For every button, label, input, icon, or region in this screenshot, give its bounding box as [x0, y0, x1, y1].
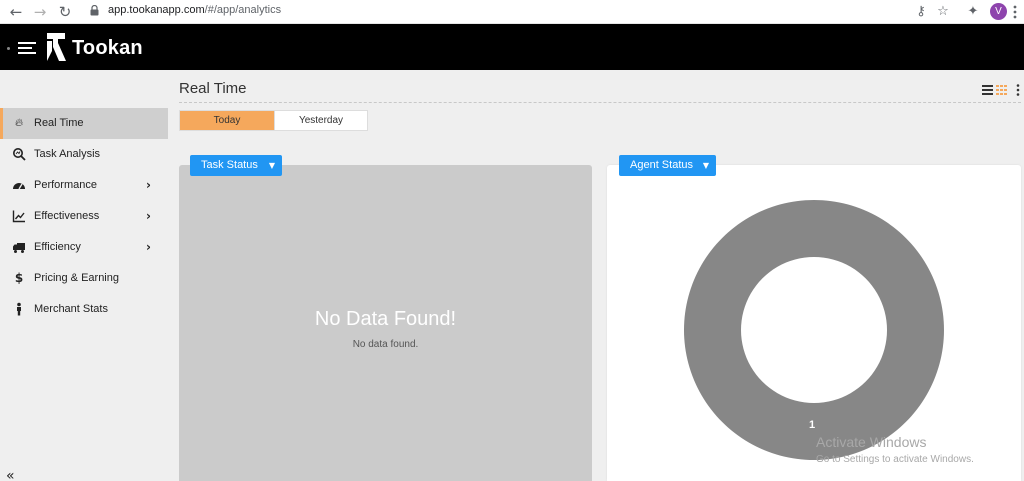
- url-host: app.tookanapp.com: [108, 4, 205, 16]
- chevron-right-icon: ›: [146, 178, 151, 192]
- search-analysis-icon: [13, 148, 26, 161]
- sidebar-item-label: Effectiveness: [34, 210, 100, 222]
- sidebar-item-label: Efficiency: [34, 241, 81, 253]
- dollar-icon: $: [14, 271, 24, 285]
- windows-activation-subtitle: Go to Settings to activate Windows.: [816, 454, 974, 465]
- url-path: /#/app/analytics: [204, 4, 282, 16]
- windows-activation-title: Activate Windows: [816, 434, 927, 450]
- task-status-dropdown[interactable]: Task Status ▼: [190, 155, 282, 176]
- star-icon[interactable]: ☆: [934, 2, 952, 22]
- empty-state-title: No Data Found!: [314, 308, 457, 330]
- profile-avatar[interactable]: V: [990, 3, 1007, 20]
- sidebar-item-label: Merchant Stats: [34, 303, 108, 315]
- sidebar-item-task-analysis[interactable]: Task Analysis: [0, 139, 168, 170]
- agent-status-dropdown[interactable]: Agent Status ▼: [619, 155, 716, 176]
- page-title: Real Time: [179, 80, 247, 97]
- address-bar[interactable]: app.tookanapp.com/#/app/analytics: [84, 1, 964, 21]
- grid-view-icon[interactable]: [996, 85, 1007, 95]
- reload-icon[interactable]: ↻: [55, 2, 75, 22]
- sidebar-item-label: Task Analysis: [34, 148, 101, 160]
- tookan-logo-icon[interactable]: [44, 31, 68, 63]
- sidebar-item-pricing-earning[interactable]: $ Pricing & Earning: [0, 263, 168, 294]
- agent-status-label: Agent Status: [630, 159, 693, 171]
- url-text: app.tookanapp.com/#/app/analytics: [108, 4, 281, 16]
- sidebar-item-label: Pricing & Earning: [34, 272, 119, 284]
- sidebar-item-effectiveness[interactable]: Effectiveness ›: [0, 201, 168, 232]
- delivery-truck-icon: [13, 243, 25, 253]
- task-status-label: Task Status: [201, 159, 258, 171]
- donut-value-label: 1: [809, 419, 816, 431]
- sidebar: 🔥︎ Real Time Task Analysis Performance ›…: [0, 70, 168, 481]
- flame-icon: 🔥︎: [14, 116, 24, 129]
- browser-menu-icon[interactable]: [1013, 4, 1017, 20]
- browser-toolbar: ← → ↻ app.tookanapp.com/#/app/analytics …: [0, 0, 1024, 24]
- back-arrow-icon[interactable]: ←: [6, 2, 26, 22]
- chevron-right-icon: ›: [146, 240, 151, 254]
- empty-state-subtitle: No data found.: [352, 339, 419, 350]
- sidebar-item-real-time[interactable]: 🔥︎ Real Time: [0, 108, 168, 139]
- sidebar-item-performance[interactable]: Performance ›: [0, 170, 168, 201]
- brand-name[interactable]: Tookan: [72, 37, 143, 60]
- day-toggle: Today Yesterday: [179, 110, 368, 131]
- more-options-icon[interactable]: [1016, 84, 1020, 96]
- extensions-puzzle-icon[interactable]: ✦: [964, 2, 982, 22]
- sidebar-item-efficiency[interactable]: Efficiency ›: [0, 232, 168, 263]
- line-chart-icon: [12, 210, 25, 223]
- person-icon: [17, 302, 21, 316]
- chevron-down-icon: ▼: [702, 161, 709, 170]
- sidebar-item-label: Real Time: [34, 117, 84, 129]
- yesterday-button[interactable]: Yesterday: [274, 111, 367, 130]
- chevron-right-icon: ›: [146, 209, 151, 223]
- app-header: Tookan: [0, 24, 1024, 70]
- forward-arrow-icon[interactable]: →: [30, 2, 50, 22]
- today-button[interactable]: Today: [180, 111, 274, 130]
- header-dot: [7, 47, 10, 50]
- title-divider: [179, 102, 1021, 103]
- key-icon[interactable]: ⚷: [912, 2, 930, 22]
- collapse-sidebar-icon[interactable]: «: [6, 468, 15, 481]
- sidebar-item-merchant-stats[interactable]: Merchant Stats: [0, 294, 168, 325]
- dashboard-gauge-icon: [13, 183, 25, 190]
- chevron-down-icon: ▼: [268, 161, 275, 170]
- hamburger-menu-icon[interactable]: [18, 42, 36, 54]
- sidebar-item-label: Performance: [34, 179, 97, 191]
- view-switcher: [982, 84, 1020, 96]
- list-view-icon[interactable]: [982, 85, 993, 95]
- lock-icon: [90, 5, 99, 16]
